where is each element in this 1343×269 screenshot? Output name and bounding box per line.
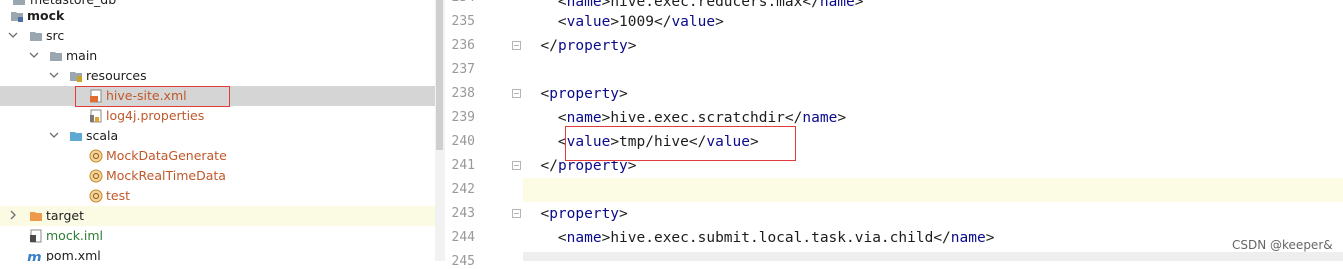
tree-item-label: main xyxy=(66,48,98,63)
highlight-box xyxy=(565,126,796,161)
chevron-down-icon[interactable] xyxy=(49,130,59,140)
tree-item-label: mock xyxy=(27,8,65,23)
line-number: 234 xyxy=(445,0,475,5)
tree-item-target[interactable]: target xyxy=(0,206,435,226)
line-number: 237 xyxy=(451,62,475,77)
tree-item-mock[interactable]: mock xyxy=(0,6,435,26)
highlight-box xyxy=(75,86,230,107)
fold-start-icon[interactable] xyxy=(512,89,521,98)
code-line[interactable]: <value>1009</value> xyxy=(523,10,1343,34)
line-number: 239 xyxy=(451,110,475,125)
code-line[interactable]: <name>hive.exec.submit.local.task.via.ch… xyxy=(523,226,1343,250)
horizontal-scrollbar[interactable] xyxy=(523,252,1343,261)
code-line[interactable]: <property> xyxy=(523,202,1343,226)
source-folder-icon xyxy=(70,132,82,141)
watermark: CSDN @keeper& xyxy=(1232,238,1333,252)
code-line[interactable]: <property> xyxy=(523,82,1343,106)
tree-item-mock-iml[interactable]: mock.iml xyxy=(0,226,435,246)
folder-icon xyxy=(30,32,42,41)
scala-object-icon xyxy=(89,149,103,163)
tree-item-label: resources xyxy=(86,68,147,83)
chevron-down-icon[interactable] xyxy=(49,70,59,80)
scala-object-icon xyxy=(89,169,103,183)
iml-file-icon xyxy=(30,229,42,243)
chevron-down-icon[interactable] xyxy=(29,50,39,60)
resources-folder-icon xyxy=(70,72,82,82)
line-number: 242 xyxy=(451,182,475,197)
tree-item-mockdatagenerate[interactable]: MockDataGenerate xyxy=(0,146,435,166)
tree-item-label: mock.iml xyxy=(46,228,104,243)
fold-start-icon[interactable] xyxy=(512,209,521,218)
line-number: 238 xyxy=(451,86,475,101)
scala-object-icon xyxy=(89,189,103,203)
tree-item-label: scala xyxy=(86,128,119,143)
tree-item-log4j-properties[interactable]: log4j.properties xyxy=(0,106,435,126)
line-number: 243 xyxy=(451,206,475,221)
tree-item-src[interactable]: src xyxy=(0,26,435,46)
line-number: 236 xyxy=(451,38,475,53)
scrollbar-thumb[interactable] xyxy=(436,0,443,150)
code-line[interactable] xyxy=(523,58,1343,82)
maven-icon: m xyxy=(27,250,41,261)
line-number: 240 xyxy=(451,134,475,149)
tree-item-label: MockDataGenerate xyxy=(106,148,227,163)
tree-item-test[interactable]: test xyxy=(0,186,435,206)
line-number: 235 xyxy=(451,14,475,29)
tree-item-label: test xyxy=(106,188,131,203)
tree-item-scala[interactable]: scala xyxy=(0,126,435,146)
line-number: 244 xyxy=(451,230,475,245)
line-number: 245 xyxy=(451,254,475,269)
chevron-right-icon[interactable] xyxy=(8,210,18,220)
chevron-down-icon[interactable] xyxy=(8,30,18,40)
tree-item-label: pom.xml xyxy=(46,248,101,261)
code-line[interactable]: </property> xyxy=(523,34,1343,58)
module-folder-icon xyxy=(11,12,23,22)
properties-file-icon xyxy=(90,109,102,123)
svg-text:m: m xyxy=(27,250,41,261)
tree-item-label: log4j.properties xyxy=(106,108,205,123)
tree-item-mockrealtimedata[interactable]: MockRealTimeData xyxy=(0,166,435,186)
folder-icon xyxy=(50,52,62,61)
tree-scrollbar[interactable] xyxy=(435,0,445,261)
fold-end-icon[interactable] xyxy=(512,161,521,170)
tree-item-pom-xml[interactable]: m pom.xml xyxy=(0,246,435,261)
tree-item-label: MockRealTimeData xyxy=(106,168,226,183)
tree-item-label: target xyxy=(46,208,85,223)
fold-end-icon[interactable] xyxy=(512,41,521,50)
tree-item-resources[interactable]: resources xyxy=(0,66,435,86)
current-line[interactable] xyxy=(523,178,1343,202)
excluded-folder-icon xyxy=(30,212,42,221)
editor-gutter: 234 235 236 237 238 239 240 241 242 243 … xyxy=(445,0,542,269)
tree-item-main[interactable]: main xyxy=(0,46,435,66)
tree-item-label: src xyxy=(46,28,65,43)
line-number: 241 xyxy=(451,158,475,173)
project-tree: metastore_db mock src main resources hiv… xyxy=(0,0,435,261)
